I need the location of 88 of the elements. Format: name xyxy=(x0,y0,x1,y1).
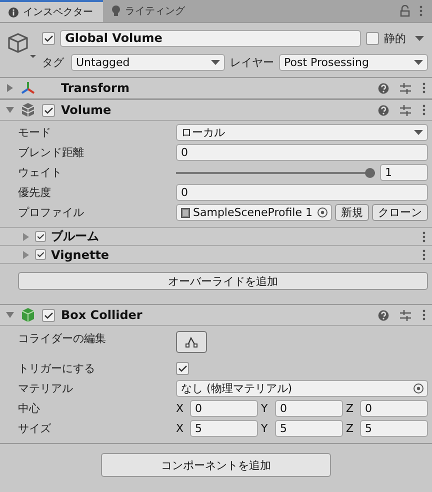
property-label: プロファイル xyxy=(18,205,85,220)
layer-label: レイヤー xyxy=(230,54,274,70)
property-label: モード xyxy=(18,125,52,140)
property-label: マテリアル xyxy=(18,381,74,396)
caret-icon xyxy=(414,130,423,135)
component-title: Transform xyxy=(61,81,130,95)
collider-cube-icon xyxy=(20,307,36,323)
property-label: トリガーにする xyxy=(18,361,96,376)
foldout-arrow-icon[interactable] xyxy=(6,84,14,92)
override-header[interactable]: ブルーム xyxy=(0,227,432,245)
add-component-button[interactable]: コンポーネントを追加 xyxy=(101,453,331,477)
object-field[interactable]: SampleSceneProfile 1 xyxy=(176,204,332,221)
caret-icon xyxy=(414,60,423,64)
info-icon xyxy=(8,6,19,18)
trigger-checkbox[interactable] xyxy=(176,362,189,375)
number-field[interactable]: 1 xyxy=(380,164,428,181)
help-icon[interactable] xyxy=(378,310,389,320)
add-override-button[interactable]: オーバーライドを追加 xyxy=(18,272,428,290)
axes-icon xyxy=(20,80,36,96)
object-field[interactable]: なし (物理マテリアル) xyxy=(176,380,428,397)
enabled-checkbox[interactable] xyxy=(42,308,55,322)
layer-dropdown[interactable]: Post Prosessing xyxy=(279,54,428,70)
object-picker-icon[interactable] xyxy=(413,383,424,394)
vertex-edit-icon xyxy=(184,336,198,348)
mode-dropdown[interactable]: ローカル xyxy=(176,124,428,141)
foldout-arrow-icon[interactable] xyxy=(6,311,14,319)
active-checkbox[interactable] xyxy=(42,32,55,44)
lightbulb-icon xyxy=(111,5,121,17)
override-checkbox[interactable] xyxy=(35,231,46,242)
number-field[interactable]: 5 xyxy=(275,420,343,437)
lock-icon[interactable] xyxy=(400,5,410,17)
tag-label: タグ xyxy=(42,54,64,70)
object-picker-icon[interactable] xyxy=(317,207,328,218)
caret-icon[interactable] xyxy=(415,36,424,40)
property-label: ブレンド距離 xyxy=(18,145,85,160)
tag-dropdown[interactable]: Untagged xyxy=(71,54,225,70)
override-checkbox[interactable] xyxy=(35,249,46,260)
axis-label: Z xyxy=(346,422,355,435)
property-label: コライダーの編集 xyxy=(18,331,107,346)
component-title: Volume xyxy=(61,103,112,117)
slider-thumb[interactable] xyxy=(365,168,375,178)
property-label: ウェイト xyxy=(18,165,63,180)
static-checkbox[interactable] xyxy=(366,32,379,44)
property-label: 中心 xyxy=(18,401,41,416)
static-label: 静的 xyxy=(384,30,406,46)
enabled-checkbox[interactable] xyxy=(42,104,55,116)
component-header[interactable]: Box Collider xyxy=(0,305,432,326)
axis-label: Z xyxy=(346,402,355,415)
number-field[interactable]: 0 xyxy=(176,144,428,161)
tab[interactable]: ライティング xyxy=(103,0,203,22)
name-field[interactable]: Global Volume xyxy=(60,30,361,46)
override-title: ブルーム xyxy=(51,228,100,245)
tab[interactable]: インスペクター xyxy=(0,0,103,22)
edit-collider-button[interactable] xyxy=(176,331,207,353)
more-icon[interactable] xyxy=(422,104,426,116)
number-field[interactable]: 0 xyxy=(190,400,258,417)
component-title: Box Collider xyxy=(61,308,144,322)
axis-label: X xyxy=(176,422,185,435)
number-field[interactable]: 5 xyxy=(360,420,428,437)
axis-label: X xyxy=(176,402,185,415)
component-header[interactable]: Volume xyxy=(0,100,432,121)
number-field[interactable]: 0 xyxy=(275,400,343,417)
more-icon[interactable] xyxy=(419,5,423,17)
more-icon[interactable] xyxy=(422,230,426,242)
presets-icon[interactable] xyxy=(400,104,411,116)
profile-asset-icon xyxy=(181,208,190,218)
number-field[interactable]: 0 xyxy=(176,184,428,201)
cube-stack-icon xyxy=(20,102,36,118)
more-icon[interactable] xyxy=(422,82,426,94)
number-field[interactable]: 0 xyxy=(360,400,428,417)
foldout-arrow-icon[interactable] xyxy=(6,106,14,114)
presets-icon[interactable] xyxy=(400,82,411,94)
caret-icon xyxy=(211,60,220,64)
number-field[interactable]: 5 xyxy=(190,420,258,437)
property-label: サイズ xyxy=(18,421,52,436)
cube-icon[interactable] xyxy=(6,31,36,61)
axis-label: Y xyxy=(261,402,269,415)
presets-icon[interactable] xyxy=(400,310,411,320)
profile-button[interactable]: クローン xyxy=(372,204,428,221)
axis-label: Y xyxy=(261,422,269,435)
override-header[interactable]: Vignette xyxy=(0,245,432,263)
more-icon[interactable] xyxy=(422,248,426,260)
more-icon[interactable] xyxy=(422,309,426,321)
help-icon[interactable] xyxy=(378,104,389,116)
override-title: Vignette xyxy=(51,248,110,262)
help-icon[interactable] xyxy=(378,82,389,94)
property-label: 優先度 xyxy=(18,185,52,200)
profile-button[interactable]: 新規 xyxy=(335,204,369,221)
